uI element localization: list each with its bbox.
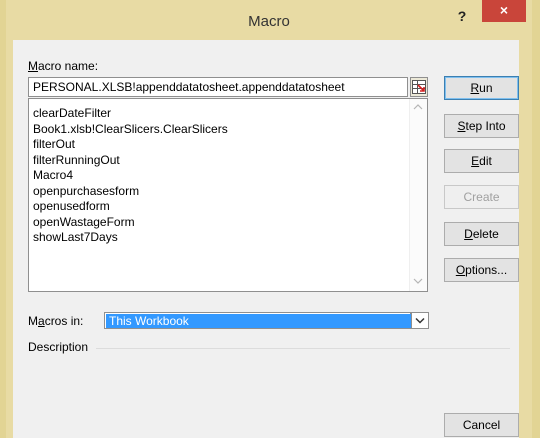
- collapse-dialog-button[interactable]: [410, 77, 428, 97]
- description-divider: [96, 348, 510, 349]
- delete-button[interactable]: Delete: [444, 222, 519, 246]
- dialog-body: Macro name: PERSONAL.XLSB!appenddatatosh…: [13, 40, 519, 438]
- list-item[interactable]: showLast7Days: [33, 230, 228, 246]
- macros-in-select[interactable]: This Workbook: [104, 312, 412, 329]
- macro-list-items: clearDateFilter Book1.xlsb!ClearSlicers.…: [33, 106, 228, 246]
- options-button[interactable]: Options...: [444, 258, 519, 282]
- macro-list[interactable]: clearDateFilter Book1.xlsb!ClearSlicers.…: [28, 98, 428, 292]
- close-button[interactable]: ×: [482, 0, 526, 22]
- edit-button[interactable]: Edit: [444, 149, 519, 173]
- list-item[interactable]: filterOut: [33, 137, 228, 153]
- list-item[interactable]: openpurchasesform: [33, 184, 228, 200]
- list-item[interactable]: filterRunningOut: [33, 153, 228, 169]
- list-item[interactable]: openWastageForm: [33, 215, 228, 231]
- list-item[interactable]: Book1.xlsb!ClearSlicers.ClearSlicers: [33, 122, 228, 138]
- macro-name-input[interactable]: PERSONAL.XLSB!appenddatatosheet.appendda…: [28, 77, 408, 97]
- macros-in-selected: This Workbook: [106, 314, 412, 328]
- range-select-icon: [412, 80, 426, 94]
- scroll-up-icon[interactable]: [413, 103, 423, 111]
- macros-in-label: Macros in:: [28, 314, 84, 328]
- description-label: Description: [28, 340, 89, 354]
- chevron-down-icon: [415, 317, 425, 324]
- help-button[interactable]: ?: [452, 8, 472, 28]
- create-button: Create: [444, 185, 519, 209]
- list-scrollbar[interactable]: [409, 99, 427, 291]
- list-item[interactable]: openusedform: [33, 199, 228, 215]
- step-into-button[interactable]: Step Into: [444, 114, 519, 138]
- list-item[interactable]: Macro4: [33, 168, 228, 184]
- macro-name-label: Macro name:: [28, 59, 99, 73]
- scroll-down-icon[interactable]: [413, 277, 423, 285]
- macros-in-dropdown-button[interactable]: [411, 312, 429, 329]
- list-item[interactable]: clearDateFilter: [33, 106, 228, 122]
- cancel-button[interactable]: Cancel: [444, 413, 519, 437]
- run-button[interactable]: Run: [444, 76, 519, 100]
